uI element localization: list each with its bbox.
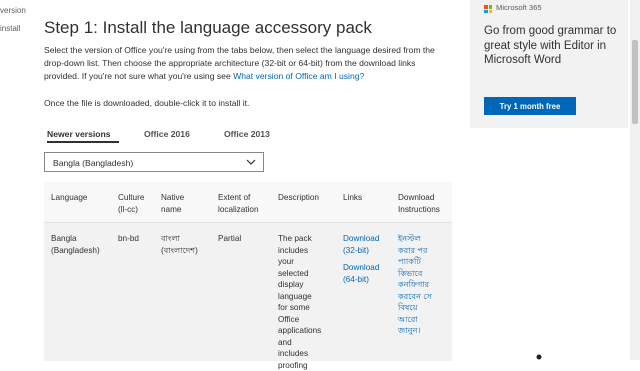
cell-language: Bangla (Bangladesh) — [51, 234, 100, 255]
tab-office-2016[interactable]: Office 2016 — [144, 129, 190, 139]
cell-links: Download (32-bit) Download (64-bit) — [343, 233, 379, 285]
install-note: Once the file is downloaded, double-clic… — [44, 98, 250, 108]
tab-office-2013[interactable]: Office 2013 — [224, 129, 270, 139]
microsoft-logo-icon — [484, 5, 492, 13]
download-64bit-link[interactable]: Download (64-bit) — [343, 263, 379, 284]
version-tabs: Newer versions Office 2016 Office 2013 — [44, 126, 452, 144]
header-language: Language — [51, 193, 88, 202]
left-nav-item-version[interactable]: version — [0, 6, 26, 15]
active-tab-indicator — [47, 141, 119, 143]
left-nav: version install — [0, 0, 30, 360]
mouse-cursor-icon — [536, 354, 542, 360]
promo-text: Go from good grammar to great style with… — [484, 25, 617, 66]
scrollbar-thumb[interactable] — [632, 40, 638, 124]
header-native-name: Native name — [161, 193, 185, 214]
chevron-down-icon — [246, 159, 256, 165]
cell-description: The pack includes your selected display … — [278, 234, 322, 370]
table-header-row: Language Culture (ll-cc) Native name Exten… — [44, 182, 452, 222]
left-nav-item-install[interactable]: install — [0, 24, 20, 33]
header-description: Description — [278, 193, 319, 202]
download-32bit-link[interactable]: Download (32-bit) — [343, 234, 379, 255]
promo-card: Microsoft 365 Go from good grammar to gr… — [470, 0, 628, 128]
language-dropdown-value: Bangla (Bangladesh) — [53, 158, 134, 168]
main-content: Step 1: Install the language accessory p… — [44, 0, 458, 370]
cell-culture: bn-bd — [118, 234, 139, 243]
cell-native-name: বাংলা (বাংলাদেশ) — [161, 234, 198, 255]
header-extent: Extent of localization — [218, 193, 259, 214]
header-culture: Culture (ll-cc) — [118, 193, 145, 214]
language-dropdown[interactable]: Bangla (Bangladesh) — [44, 152, 264, 172]
table-row: Bangla (Bangladesh) bn-bd বাংলা (বাংলাদেশ)… — [44, 222, 452, 370]
brand-label: Microsoft 365 — [496, 3, 542, 12]
header-links: Links — [343, 193, 363, 202]
try-free-button[interactable]: Try 1 month free — [484, 97, 576, 115]
language-table: Language Culture (ll-cc) Native name Exten… — [44, 182, 452, 370]
cell-instructions: ইনস্টল করার পর প্যাকটি কিভাবে কনফিগার কর… — [398, 233, 432, 337]
header-instructions: Download Instructions — [398, 193, 440, 214]
instructions-link[interactable]: ইনস্টল করার পর প্যাকটি কিভাবে কনফিগার কর… — [398, 234, 432, 335]
cell-extent: Partial — [218, 234, 242, 243]
intro-paragraph: Select the version of Office you're usin… — [44, 44, 452, 83]
tab-newer-versions[interactable]: Newer versions — [47, 129, 111, 139]
office-version-link[interactable]: What version of Office am I using? — [233, 71, 364, 81]
page-heading: Step 1: Install the language accessory p… — [44, 18, 372, 37]
